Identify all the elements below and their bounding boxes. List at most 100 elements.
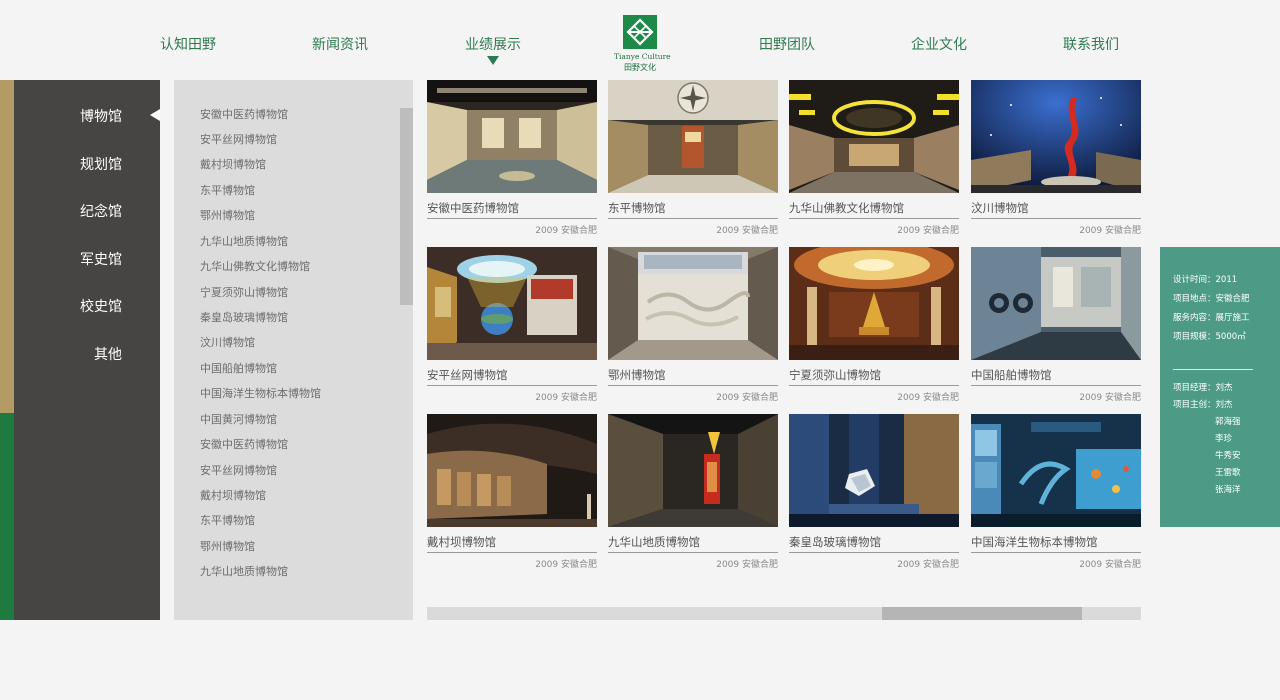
category-item-school[interactable]: 校史馆 — [80, 296, 122, 316]
category-item-planning[interactable]: 规划馆 — [80, 154, 122, 174]
divider — [789, 385, 959, 386]
project-title: 安平丝网博物馆 — [427, 368, 508, 382]
detail-lead: 项目主创：刘杰 — [1173, 400, 1233, 410]
project-card[interactable]: 秦皇岛玻璃博物馆 2009 安徽合肥 — [789, 414, 959, 570]
project-meta: 2009 安徽合肥 — [535, 226, 597, 236]
detail-scale: 项目规模：5000㎡ — [1173, 332, 1246, 342]
project-detail-panel: 设计时间：2011 项目地点：安徽合肥 服务内容：展厅施工 项目规模：5000㎡… — [1160, 247, 1280, 527]
nav-item-contact[interactable]: 联系我们 — [1063, 34, 1119, 54]
project-thumbnail[interactable] — [789, 414, 959, 527]
project-meta: 2009 安徽合肥 — [897, 560, 959, 570]
project-card[interactable]: 九华山地质博物馆 2009 安徽合肥 — [608, 414, 778, 570]
project-meta: 2009 安徽合肥 — [535, 560, 597, 570]
project-card[interactable]: 鄂州博物馆 2009 安徽合肥 — [608, 247, 778, 403]
divider — [427, 218, 597, 219]
nav-item-culture[interactable]: 企业文化 — [911, 34, 967, 54]
logo[interactable]: Tianye Culture 田野文化 — [614, 15, 671, 73]
gallery-scrollbar-track[interactable] — [427, 607, 1141, 620]
category-item-military[interactable]: 军史馆 — [80, 249, 122, 269]
project-card[interactable]: 戴村坝博物馆 2009 安徽合肥 — [427, 414, 597, 570]
divider — [427, 385, 597, 386]
app-root: 认知田野 新闻资讯 业绩展示 Tianye Culture 田野文化 田野团队 … — [0, 0, 1280, 700]
logo-text-cn: 田野文化 — [624, 63, 656, 72]
nav-item-about[interactable]: 认知田野 — [160, 34, 216, 54]
project-card[interactable]: 汶川博物馆 2009 安徽合肥 — [971, 80, 1141, 236]
list-item[interactable]: 东平博物馆 — [200, 512, 255, 528]
active-category-pointer-icon — [150, 109, 160, 121]
project-meta: 2009 安徽合肥 — [716, 226, 778, 236]
detail-service: 服务内容：展厅施工 — [1173, 313, 1250, 323]
list-item[interactable]: 中国船舶博物馆 — [200, 360, 277, 376]
project-thumbnail[interactable] — [427, 80, 597, 193]
project-meta: 2009 安徽合肥 — [1079, 393, 1141, 403]
nav-item-news[interactable]: 新闻资讯 — [312, 34, 368, 54]
list-item[interactable]: 宁夏须弥山博物馆 — [200, 284, 288, 300]
list-item[interactable]: 安平丝网博物馆 — [200, 462, 277, 478]
project-thumbnail[interactable] — [608, 414, 778, 527]
project-thumbnail[interactable] — [608, 247, 778, 360]
project-title: 汶川博物馆 — [971, 201, 1029, 215]
list-item[interactable]: 中国黄河博物馆 — [200, 411, 277, 427]
list-item[interactable]: 九华山佛教文化博物馆 — [200, 258, 310, 274]
project-meta: 2009 安徽合肥 — [897, 393, 959, 403]
project-card[interactable]: 中国船舶博物馆 2009 安徽合肥 — [971, 247, 1141, 403]
list-item[interactable]: 戴村坝博物馆 — [200, 487, 266, 503]
list-item[interactable]: 安徽中医药博物馆 — [200, 436, 288, 452]
project-title: 九华山佛教文化博物馆 — [789, 201, 904, 215]
divider — [1173, 369, 1253, 370]
project-card[interactable]: 宁夏须弥山博物馆 2009 安徽合肥 — [789, 247, 959, 403]
project-thumbnail[interactable] — [789, 80, 959, 193]
category-sidebar: 博物馆 规划馆 纪念馆 军史馆 校史馆 其他 — [14, 80, 160, 620]
project-thumbnail[interactable] — [971, 414, 1141, 527]
project-meta: 2009 安徽合肥 — [535, 393, 597, 403]
list-item[interactable]: 安徽中医药博物馆 — [200, 106, 288, 122]
category-item-memorial[interactable]: 纪念馆 — [80, 201, 122, 221]
category-item-other[interactable]: 其他 — [94, 344, 122, 364]
project-thumbnail[interactable] — [789, 247, 959, 360]
project-card[interactable]: 安徽中医药博物馆 2009 安徽合肥 — [427, 80, 597, 236]
project-title: 鄂州博物馆 — [608, 368, 666, 382]
list-item[interactable]: 戴村坝博物馆 — [200, 156, 266, 172]
museum-list-panel: 安徽中医药博物馆 安平丝网博物馆 戴村坝博物馆 东平博物馆 鄂州博物馆 九华山地… — [174, 80, 413, 620]
list-item[interactable]: 九华山地质博物馆 — [200, 563, 288, 579]
project-title: 九华山地质博物馆 — [608, 535, 700, 549]
list-item[interactable]: 汶川博物馆 — [200, 334, 255, 350]
detail-member: 张海洋 — [1215, 485, 1241, 495]
list-scrollbar[interactable] — [400, 108, 413, 305]
project-title: 中国船舶博物馆 — [971, 368, 1052, 382]
sidebar-stripe-green — [0, 413, 14, 620]
divider — [971, 552, 1141, 553]
project-title: 中国海洋生物标本博物馆 — [971, 535, 1098, 549]
divider — [971, 385, 1141, 386]
detail-location: 项目地点：安徽合肥 — [1173, 294, 1250, 304]
list-item[interactable]: 东平博物馆 — [200, 182, 255, 198]
project-meta: 2009 安徽合肥 — [1079, 226, 1141, 236]
project-card[interactable]: 安平丝网博物馆 2009 安徽合肥 — [427, 247, 597, 403]
project-thumbnail[interactable] — [427, 247, 597, 360]
project-thumbnail[interactable] — [971, 80, 1141, 193]
detail-member: 李珍 — [1215, 434, 1233, 444]
project-thumbnail[interactable] — [608, 80, 778, 193]
logo-mark-icon — [623, 15, 657, 49]
category-item-museum[interactable]: 博物馆 — [80, 106, 122, 126]
project-card[interactable]: 东平博物馆 2009 安徽合肥 — [608, 80, 778, 236]
list-item[interactable]: 中国海洋生物标本博物馆 — [200, 385, 321, 401]
divider — [789, 552, 959, 553]
nav-item-team[interactable]: 田野团队 — [759, 34, 815, 54]
project-card[interactable]: 九华山佛教文化博物馆 2009 安徽合肥 — [789, 80, 959, 236]
gallery-scrollbar-thumb[interactable] — [882, 607, 1082, 620]
list-item[interactable]: 安平丝网博物馆 — [200, 131, 277, 147]
list-item[interactable]: 鄂州博物馆 — [200, 538, 255, 554]
project-thumbnail[interactable] — [427, 414, 597, 527]
project-meta: 2009 安徽合肥 — [897, 226, 959, 236]
project-meta: 2009 安徽合肥 — [716, 560, 778, 570]
project-card[interactable]: 中国海洋生物标本博物馆 2009 安徽合肥 — [971, 414, 1141, 570]
project-title: 秦皇岛玻璃博物馆 — [789, 535, 881, 549]
list-item[interactable]: 鄂州博物馆 — [200, 207, 255, 223]
project-thumbnail[interactable] — [971, 247, 1141, 360]
project-meta: 2009 安徽合肥 — [716, 393, 778, 403]
list-item[interactable]: 九华山地质博物馆 — [200, 233, 288, 249]
detail-member: 王雷歌 — [1215, 468, 1241, 478]
nav-item-portfolio[interactable]: 业绩展示 — [465, 34, 521, 54]
list-item[interactable]: 秦皇岛玻璃博物馆 — [200, 309, 288, 325]
